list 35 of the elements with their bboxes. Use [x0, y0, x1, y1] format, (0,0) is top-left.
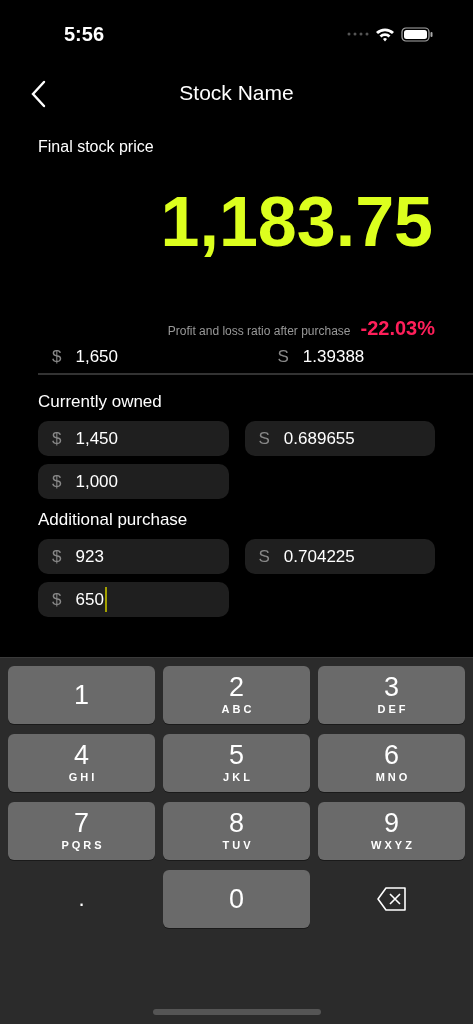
digit-key[interactable]: 6 MNO	[318, 734, 465, 792]
digit-key[interactable]: 3 DEF	[318, 666, 465, 724]
digit-key[interactable]: 1	[8, 666, 155, 724]
ratio-value: -22.03%	[360, 316, 435, 341]
screen-title: Stock Name	[179, 80, 294, 107]
currency-symbol: $	[52, 346, 62, 369]
signal-icon	[347, 32, 369, 36]
delete-key[interactable]	[376, 887, 407, 911]
decimal-key[interactable]: .	[72, 888, 91, 910]
input-field[interactable]: S 0.704225	[244, 539, 435, 574]
summary-value: 1.39388	[302, 346, 365, 369]
input-field[interactable]: $ 1,000	[38, 464, 229, 499]
final-price-value: 1,183.75	[160, 187, 433, 257]
ratio-label: Profit and loss ratio after purchase	[167, 323, 351, 340]
wifi-icon	[375, 26, 395, 42]
status-time: 5:56	[64, 22, 105, 47]
digit-key[interactable]: 2 ABC	[163, 666, 310, 724]
digit-key[interactable]: 0	[163, 870, 310, 928]
input-field[interactable]: $ 1,450	[38, 421, 229, 456]
battery-icon	[401, 26, 433, 42]
summary-value: 1,650	[75, 346, 118, 369]
digit-key[interactable]: 5 JKL	[163, 734, 310, 792]
section-title: Currently owned	[38, 391, 163, 413]
input-field[interactable]: $ 923	[38, 539, 229, 574]
input-field[interactable]: $ 650	[38, 582, 229, 617]
back-chevron-icon	[30, 80, 46, 108]
delete-icon	[376, 887, 407, 911]
digit-key[interactable]: 9 WXYZ	[318, 802, 465, 860]
currency-symbol: S	[277, 346, 289, 369]
input-field[interactable]: S 0.689655	[244, 421, 435, 456]
section-title: Additional purchase	[38, 509, 189, 531]
digit-key[interactable]: 7 PQRS	[8, 802, 155, 860]
digit-key[interactable]: 8 TUV	[163, 802, 310, 860]
digit-key[interactable]: 4 GHI	[8, 734, 155, 792]
final-price-label: Final stock price	[38, 138, 154, 155]
